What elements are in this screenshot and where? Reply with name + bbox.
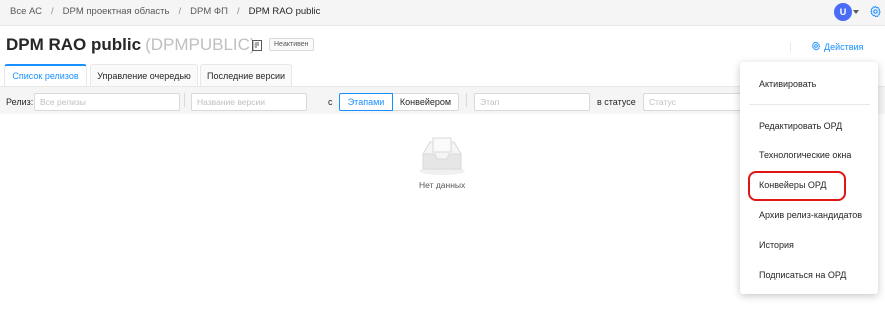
menu-item-subscribe-ord[interactable]: Подписаться на ОРД <box>759 270 846 280</box>
tab-release-list[interactable]: Список релизов <box>4 64 87 87</box>
version-name-input[interactable]: Название версии <box>191 93 307 111</box>
breadcrumb-item-current: DPM RAO public <box>248 6 321 17</box>
breadcrumb-separator: / <box>178 6 182 17</box>
status-label: в статусе <box>597 97 636 107</box>
menu-divider <box>749 104 870 105</box>
avatar[interactable]: U <box>834 3 852 21</box>
release-label: Релиз: <box>6 97 34 107</box>
breadcrumb-separator: / <box>51 6 54 17</box>
actions-dropdown-menu: Активировать Редактировать ОРД Технологи… <box>740 62 878 294</box>
toggle-pipeline[interactable]: Конвейером <box>393 93 459 111</box>
empty-inbox-icon <box>419 137 465 175</box>
toggle-stages[interactable]: Этапами <box>339 93 393 111</box>
menu-item-edit-ord[interactable]: Редактировать ОРД <box>759 121 842 131</box>
actions-label: Действия <box>824 42 864 52</box>
tab-queue-management[interactable]: Управление очередью <box>90 64 198 87</box>
menu-item-activate[interactable]: Активировать <box>759 79 816 89</box>
menu-item-release-candidates-archive[interactable]: Архив релиз-кандидатов <box>759 210 862 220</box>
status-badge: Неактивен <box>269 38 314 51</box>
filter-separator <box>466 93 467 107</box>
settings-icon <box>811 41 821 51</box>
breadcrumb-item-project-area[interactable]: DPM проектная область <box>63 6 170 17</box>
empty-state-text: Нет данных <box>419 180 466 190</box>
bookmark-icon[interactable] <box>252 40 262 51</box>
breadcrumb-item-fp[interactable]: DPM ФП <box>190 6 228 17</box>
page-title: DPM RAO public (DPMPUBLIC) <box>6 35 256 55</box>
menu-item-tech-windows[interactable]: Технологические окна <box>759 150 851 160</box>
stage-select[interactable]: Этап <box>474 93 590 111</box>
breadcrumb-separator: / <box>236 6 240 17</box>
status-select[interactable]: Статус <box>643 93 753 111</box>
menu-item-ord-pipelines[interactable]: Конвейеры ОРД <box>759 180 826 190</box>
actions-button[interactable]: Действия <box>811 41 863 52</box>
menu-item-history[interactable]: История <box>759 240 794 250</box>
page-title-name: DPM RAO public <box>6 35 142 54</box>
top-bar: Все АС / DPM проектная область / DPM ФП / DPM … <box>0 0 885 26</box>
filter-separator <box>184 93 185 107</box>
header-divider <box>790 42 791 52</box>
release-select[interactable]: Все релизы <box>34 93 180 111</box>
gear-icon[interactable] <box>869 5 882 18</box>
with-label: с <box>328 97 333 107</box>
chevron-down-icon[interactable] <box>853 10 859 14</box>
breadcrumb: Все АС / DPM проектная область / DPM ФП / DPM … <box>10 6 320 17</box>
page-title-code: (DPMPUBLIC) <box>145 35 256 54</box>
tab-latest-versions[interactable]: Последние версии <box>200 64 292 87</box>
breadcrumb-item-all-as[interactable]: Все АС <box>10 6 42 17</box>
